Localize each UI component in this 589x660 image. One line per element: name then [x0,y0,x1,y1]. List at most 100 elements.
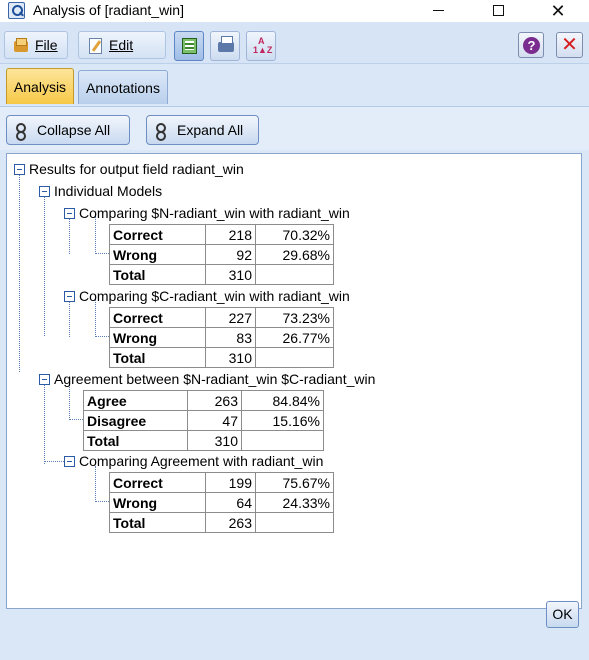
tree-node-compare-c[interactable]: Comparing $C-radiant_win with radiant_wi… [64,288,350,304]
edit-menu-label: Edit [109,37,134,53]
tree-node-label: Individual Models [54,183,163,199]
expand-all-label: Expand All [177,122,244,138]
collapse-node-icon[interactable] [64,455,75,467]
table-row: Correct 218 70.32% [109,224,334,245]
row-count: 47 [187,410,242,431]
collapse-all-label: Collapse All [37,122,111,138]
dialog-frame: File Edit A 1▲Z ? ✕ Analysis Annotations … [0,22,589,660]
tree-line [44,382,45,464]
print-icon [218,36,234,52]
tree-node-individual-models[interactable]: Individual Models [39,183,162,199]
row-count: 263 [187,390,242,411]
results-table-c-model: Correct 227 73.23% Wrong 83 26.77% Total… [109,307,334,368]
maximize-button[interactable] [475,0,521,22]
file-menu-button[interactable]: File [4,31,68,59]
collapse-node-icon[interactable] [64,207,75,219]
table-output-icon [182,38,197,54]
help-button[interactable]: ? [518,32,544,58]
menu-bar: File Edit A 1▲Z ? ✕ [0,22,589,64]
row-count: 64 [205,492,256,513]
table-row: Wrong 92 29.68% [109,244,334,265]
title-bar: Analysis of [radiant_win] ✕ [0,0,589,22]
tree-line [95,466,96,502]
row-count: 263 [205,512,256,533]
table-row: Disagree 47 15.16% [83,410,324,431]
row-label: Total [83,430,188,451]
row-percent: 75.67% [255,472,334,493]
minimize-button[interactable] [415,0,461,22]
maximize-icon [492,5,504,17]
help-icon: ? [523,37,540,54]
folder-icon [13,37,29,53]
table-row: Correct 227 73.23% [109,307,334,328]
close-button[interactable]: ✕ [556,32,583,58]
tree-node-label: Comparing $C-radiant_win with radiant_wi… [79,288,350,304]
tree-node-label: Agreement between $N-radiant_win $C-radi… [54,371,376,387]
results-table-agreement-vs-target: Correct 199 75.67% Wrong 64 24.33% Total… [109,472,334,533]
tab-strip: Analysis Annotations [0,66,589,106]
row-count: 310 [205,347,256,368]
tree-node-compare-n[interactable]: Comparing $N-radiant_win with radiant_wi… [64,205,350,221]
table-row: Total 310 [109,264,334,285]
tree-line [44,194,45,336]
tree-line [95,336,109,337]
row-percent: 24.33% [255,492,334,513]
row-count: 218 [205,224,256,245]
tree-line [95,253,109,254]
tree-node-agreement[interactable]: Agreement between $N-radiant_win $C-radi… [39,371,375,387]
tab-annotations[interactable]: Annotations [78,70,168,104]
row-percent: 84.84% [241,390,324,411]
tree-line [95,216,96,254]
file-menu-label: File [35,37,58,53]
tree-node-label: Results for output field radiant_win [29,161,244,177]
row-label: Total [109,347,206,368]
table-row: Total 310 [109,347,334,368]
results-tree: Results for output field radiant_win Ind… [7,154,581,608]
window-title: Analysis of [radiant_win] [33,2,184,18]
row-label: Total [109,512,206,533]
results-panel[interactable]: Results for output field radiant_win Ind… [6,153,582,609]
tree-line [69,299,70,337]
row-count: 199 [205,472,256,493]
sort-icon: A 1▲Z [253,36,273,55]
expand-all-button[interactable]: Expand All [146,115,259,145]
table-row: Total 263 [109,512,334,533]
window-close-button[interactable]: ✕ [535,0,581,22]
row-label: Agree [83,390,188,411]
print-button[interactable] [210,31,240,61]
row-label: Total [109,264,206,285]
ok-button[interactable]: OK [546,601,579,628]
tree-node-compare-agreement[interactable]: Comparing Agreement with radiant_win [64,453,323,469]
collapse-all-button[interactable]: Collapse All [6,115,130,145]
tree-node-root[interactable]: Results for output field radiant_win [14,161,244,177]
row-percent: 73.23% [255,307,334,328]
collapse-node-icon[interactable] [39,185,50,197]
row-label: Correct [109,472,206,493]
table-row: Wrong 83 26.77% [109,327,334,348]
results-table-agreement: Agree 263 84.84% Disagree 47 15.16% Tota… [83,390,324,451]
collapse-icon [15,122,31,141]
tree-line [95,501,109,502]
collapse-node-icon[interactable] [64,290,75,302]
row-count: 92 [205,244,256,265]
row-count: 310 [205,264,256,285]
tree-toolbar: Collapse All Expand All [0,106,589,150]
minimize-icon [432,10,444,12]
row-percent: 26.77% [255,327,334,348]
row-label: Correct [109,224,206,245]
row-percent [241,430,324,451]
row-percent [255,264,334,285]
magnifier-icon [8,2,25,19]
collapse-node-icon[interactable] [39,373,50,385]
table-output-button[interactable] [174,31,204,61]
collapse-node-icon[interactable] [14,163,25,175]
tree-line [44,461,66,462]
tab-analysis[interactable]: Analysis [6,68,74,104]
sort-button[interactable]: A 1▲Z [246,31,276,61]
row-label: Correct [109,307,206,328]
row-percent: 70.32% [255,224,334,245]
row-percent [255,512,334,533]
row-label: Wrong [109,327,206,348]
edit-menu-button[interactable]: Edit [78,31,166,59]
tree-line [95,299,96,337]
